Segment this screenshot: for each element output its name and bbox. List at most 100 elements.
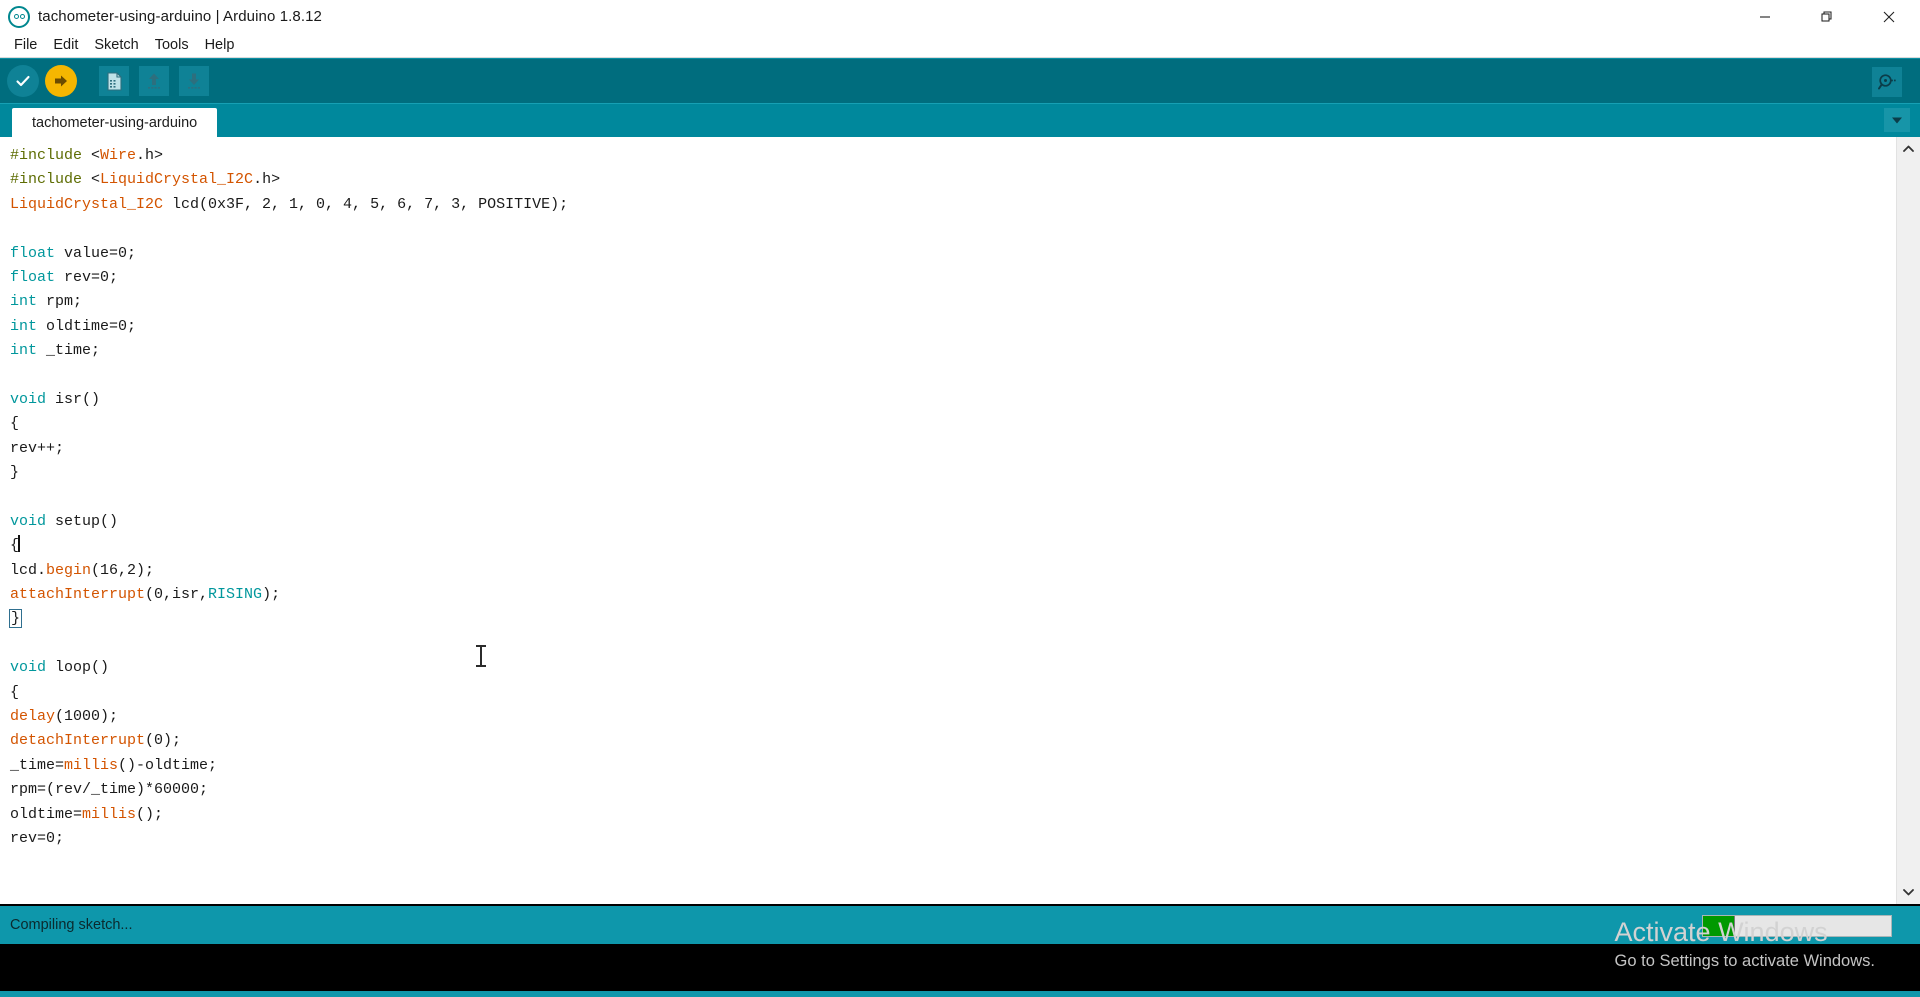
tab-strip: tachometer-using-arduino [0, 104, 1920, 137]
code-line: } [10, 461, 1896, 485]
code-content: #include <Wire.h> #include <LiquidCrystal… [8, 144, 1896, 851]
code-token: #include [10, 147, 92, 164]
code-token: loop() [46, 659, 110, 677]
code-token: lcd(0x3F, 2, 1, 0, 4, 5, 6, 7, 3, POSITI… [163, 195, 569, 213]
code-line: { [10, 681, 1896, 705]
code-token: LiquidCrystal_I2C [10, 195, 164, 213]
code-line: float rev=0; [10, 266, 1896, 290]
code-line: int rpm; [10, 290, 1896, 314]
code-token: { [10, 683, 20, 701]
code-line: rpm=(rev/_time)*60000; [10, 778, 1896, 802]
code-token: value=0; [55, 244, 137, 262]
tab-tachometer-using-arduino[interactable]: tachometer-using-arduino [12, 108, 218, 137]
code-line: _time=millis()-oldtime; [10, 754, 1896, 778]
chevron-down-icon[interactable] [1897, 880, 1920, 905]
code-line: { [10, 412, 1896, 436]
code-line: } [8, 607, 1896, 631]
code-line: LiquidCrystal_I2C lcd(0x3F, 2, 1, 0, 4, … [10, 193, 1896, 217]
editor-vertical-scrollbar[interactable] [1896, 137, 1920, 905]
code-token: void [10, 390, 47, 408]
close-icon[interactable] [1858, 0, 1920, 33]
code-token: LiquidCrystal_I2C [100, 171, 254, 189]
verify-icon[interactable] [7, 65, 39, 97]
title-bar: tachometer-using-arduino | Arduino 1.8.1… [0, 0, 1920, 33]
code-token: lcd. [10, 561, 47, 579]
toolbar [0, 58, 1920, 104]
code-line: detachInterrupt(0); [10, 729, 1896, 753]
window-controls [1734, 0, 1920, 33]
code-line: void isr() [10, 388, 1896, 412]
text-caret [18, 535, 20, 553]
code-token: #include [10, 171, 92, 189]
code-token: (0,isr, [145, 586, 209, 604]
menu-file[interactable]: File [6, 35, 45, 55]
code-token: rpm; [37, 293, 83, 311]
menu-sketch[interactable]: Sketch [86, 35, 146, 55]
console-output: Activate Windows Go to Settings to activ… [0, 917, 1920, 997]
code-token: oldtime=0; [37, 317, 137, 335]
code-line: int _time; [10, 339, 1896, 363]
code-line: #include <LiquidCrystal_I2C.h> [10, 168, 1896, 192]
code-token: float [10, 244, 56, 262]
upload-icon[interactable] [45, 65, 77, 97]
tab-label: tachometer-using-arduino [32, 114, 198, 131]
code-line: lcd.begin(16,2); [10, 559, 1896, 583]
code-token: (); [136, 805, 164, 823]
code-token: .h> [253, 171, 281, 189]
code-token: { [10, 415, 20, 433]
code-token: millis [64, 756, 119, 774]
watermark-title: Activate Windows [1614, 917, 1828, 948]
code-token: < [91, 171, 101, 189]
code-line: void loop() [10, 656, 1896, 680]
save-sketch-icon[interactable] [179, 66, 209, 96]
restore-icon[interactable] [1796, 0, 1858, 33]
code-line: #include <Wire.h> [10, 144, 1896, 168]
menu-bar: File Edit Sketch Tools Help [0, 33, 1920, 58]
menu-edit[interactable]: Edit [45, 35, 86, 55]
code-token: ()-oldtime; [118, 756, 218, 774]
code-editor[interactable]: #include <Wire.h> #include <LiquidCrystal… [0, 137, 1896, 905]
menu-tools[interactable]: Tools [147, 35, 197, 55]
code-token: detachInterrupt [10, 732, 146, 750]
code-token: int [10, 317, 38, 335]
code-token: delay [10, 707, 56, 725]
new-sketch-icon[interactable] [99, 66, 129, 96]
open-sketch-icon[interactable] [139, 66, 169, 96]
editor-area: #include <Wire.h> #include <LiquidCrystal… [0, 137, 1920, 905]
code-token: .h> [136, 147, 164, 164]
chevron-down-icon[interactable] [1884, 108, 1910, 132]
status-message: Compiling sketch... [10, 917, 133, 934]
scrollbar-track[interactable] [1897, 161, 1920, 881]
code-token: } [10, 464, 20, 482]
code-token: begin [46, 561, 92, 579]
chevron-up-icon[interactable] [1897, 137, 1920, 161]
code-line: float value=0; [10, 242, 1896, 266]
code-line: rev=0; [10, 827, 1896, 851]
code-line: int oldtime=0; [10, 315, 1896, 339]
code-token: millis [82, 805, 137, 823]
code-token: int [10, 293, 38, 311]
menu-help[interactable]: Help [197, 35, 243, 55]
code-line: attachInterrupt(0,isr,RISING); [10, 583, 1896, 607]
code-line: oldtime=millis(); [10, 803, 1896, 827]
code-line: rev++; [10, 437, 1896, 461]
code-token: oldtime= [10, 805, 83, 823]
code-token: rev++; [10, 439, 65, 457]
code-token: void [10, 512, 47, 530]
serial-monitor-icon[interactable] [1872, 67, 1902, 97]
arduino-logo-icon [8, 5, 30, 28]
code-token: RISING [208, 586, 263, 604]
code-token: int [10, 342, 38, 360]
minimize-icon[interactable] [1734, 0, 1796, 33]
code-token: float [10, 268, 56, 286]
code-line: void setup() [10, 510, 1896, 534]
code-token: Wire [100, 147, 137, 164]
code-token: < [91, 147, 101, 164]
watermark-subtitle: Go to Settings to activate Windows. [1614, 952, 1875, 971]
code-token: (16,2); [91, 561, 155, 579]
code-token: _time; [37, 342, 101, 360]
code-token: isr() [46, 390, 101, 408]
code-token: (1000); [55, 707, 119, 725]
